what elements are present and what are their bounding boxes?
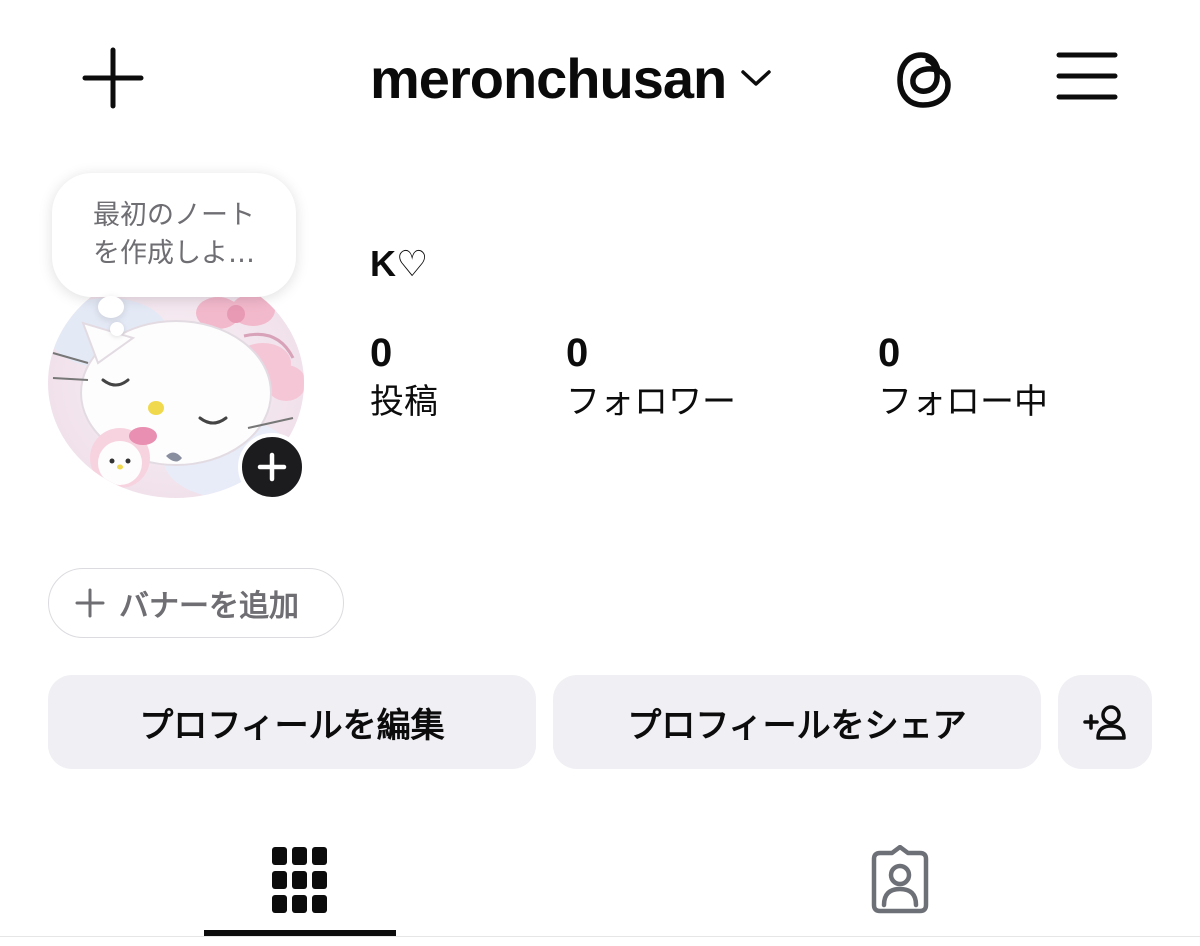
note-text: 最初のノート を作成しよ… (93, 200, 255, 269)
stat-posts[interactable]: 0 投稿 (370, 330, 438, 428)
edit-profile-label: プロフィールを編集 (139, 705, 445, 746)
add-person-icon (1083, 705, 1126, 740)
create-button[interactable] (72, 40, 154, 116)
plus-icon (82, 47, 144, 109)
share-profile-button[interactable]: プロフィールをシェア (553, 675, 1041, 769)
note-bubble-tail-small (110, 322, 124, 336)
hamburger-menu-icon (1056, 52, 1118, 100)
share-profile-label: プロフィールをシェア (627, 705, 967, 746)
divider (0, 936, 1200, 937)
account-switcher[interactable]: meronchusan (370, 40, 772, 116)
stat-count: 0 (370, 331, 393, 375)
chevron-down-icon (741, 70, 771, 86)
stat-following[interactable]: 0 フォロー中 (878, 330, 1048, 428)
tab-tagged[interactable] (804, 820, 996, 940)
plus-icon (257, 452, 287, 482)
threads-button[interactable] (890, 40, 960, 120)
note-bubble[interactable]: 最初のノート を作成しよ… (52, 173, 296, 297)
stat-count: 0 (878, 331, 901, 375)
stat-count: 0 (566, 331, 589, 375)
edit-profile-button[interactable]: プロフィールを編集 (48, 675, 536, 769)
plus-icon (75, 588, 105, 618)
display-name: K♡ (370, 243, 429, 284)
tab-posts-grid[interactable] (204, 820, 396, 940)
menu-button[interactable] (1052, 46, 1122, 106)
tagged-person-icon (871, 845, 929, 914)
stat-label: 投稿 (370, 382, 438, 422)
discover-people-button[interactable] (1058, 675, 1152, 769)
stat-label: フォロー中 (878, 382, 1048, 422)
add-banner-button[interactable]: バナーを追加 (48, 568, 344, 638)
stat-label: フォロワー (566, 382, 736, 422)
note-bubble-tail (98, 296, 124, 318)
stat-followers[interactable]: 0 フォロワー (566, 330, 736, 428)
add-story-button[interactable] (238, 433, 306, 501)
username: meronchusan (370, 46, 727, 110)
threads-icon (897, 52, 951, 108)
grid-icon (272, 847, 327, 913)
add-banner-label: バナーを追加 (119, 589, 299, 624)
